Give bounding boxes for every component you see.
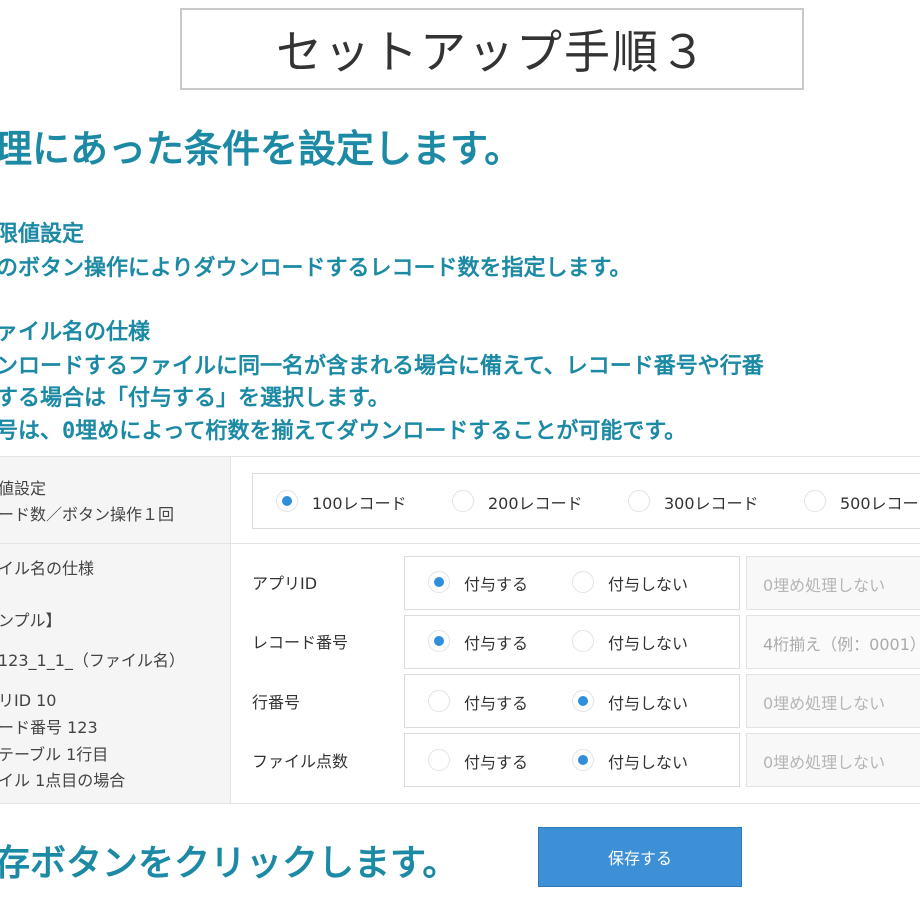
instruction-line: 限値設定 bbox=[0, 222, 85, 247]
save-button[interactable]: 保存する bbox=[538, 827, 742, 887]
page-title: セットアップ手順３ bbox=[276, 25, 708, 79]
instruction-line: する場合は「付与する」を選択します。 bbox=[0, 386, 390, 411]
divider bbox=[230, 543, 920, 544]
radio-line-number-none[interactable] bbox=[572, 690, 594, 712]
sample-item: イル 1点目の場合 bbox=[0, 771, 126, 790]
sample-heading: ンプル】 bbox=[0, 611, 62, 630]
limit-description: ード数／ボタン操作１回 bbox=[0, 505, 175, 524]
app-id-padding-select[interactable]: 0埋め処理しない bbox=[746, 556, 920, 610]
row-label-app-id: アプリID bbox=[252, 574, 318, 593]
option-label: 付与する bbox=[464, 753, 529, 772]
file-count-padding-select[interactable]: 0埋め処理しない bbox=[746, 733, 920, 787]
option-label: 500レコード bbox=[840, 494, 920, 513]
option-label: 付与する bbox=[464, 694, 529, 713]
option-label: 付与しない bbox=[608, 575, 689, 594]
row-label-line-number: 行番号 bbox=[252, 693, 301, 712]
radio-record-number-add[interactable] bbox=[428, 630, 450, 652]
settings-label-column: 値設定 ード数／ボタン操作１回 イル名の仕様 ンプル】 123_1_1_（ファイ… bbox=[0, 457, 231, 803]
radio-200-records[interactable] bbox=[452, 490, 474, 512]
option-label: 付与しない bbox=[608, 694, 689, 713]
sample-item: リID 10 bbox=[0, 691, 57, 710]
option-label: 300レコード bbox=[664, 494, 759, 513]
instruction-line: のボタン操作によりダウンロードするレコード数を指定します。 bbox=[0, 256, 632, 281]
title-box: セットアップ手順３ bbox=[180, 8, 804, 90]
select-value: 0埋め処理しない bbox=[763, 753, 886, 772]
record-number-padding-select[interactable]: 4桁揃え（例：0001） bbox=[746, 615, 920, 669]
row-label-record-number: レコード番号 bbox=[252, 633, 349, 652]
sample-item: ード番号 123 bbox=[0, 718, 98, 737]
radio-app-id-none[interactable] bbox=[572, 571, 594, 593]
radio-file-count-none[interactable] bbox=[572, 749, 594, 771]
select-value: 0埋め処理しない bbox=[763, 576, 886, 595]
instruction-line: ァイル名の仕様 bbox=[0, 320, 151, 345]
option-label: 付与する bbox=[464, 575, 529, 594]
radio-300-records[interactable] bbox=[628, 490, 650, 512]
option-label: 200レコード bbox=[488, 494, 583, 513]
radio-record-number-none[interactable] bbox=[572, 630, 594, 652]
instruction-line: 号は、0埋めによって桁数を揃えてダウンロードすることが可能です。 bbox=[0, 419, 687, 444]
option-label: 付与しない bbox=[608, 753, 689, 772]
radio-line-number-add[interactable] bbox=[428, 690, 450, 712]
sample-filename: 123_1_1_（ファイル名） bbox=[0, 651, 185, 670]
divider bbox=[0, 543, 230, 544]
line-number-padding-select[interactable]: 0埋め処理しない bbox=[746, 674, 920, 728]
select-value: 4桁揃え（例：0001） bbox=[763, 635, 920, 654]
limit-title: 値設定 bbox=[0, 479, 47, 498]
radio-file-count-add[interactable] bbox=[428, 749, 450, 771]
option-label: 付与しない bbox=[608, 634, 689, 653]
instruction-line: ンロードするファイルに同一名が含まれる場合に備えて、レコード番号や行番 bbox=[0, 354, 764, 379]
select-value: 0埋め処理しない bbox=[763, 694, 886, 713]
save-instruction: 存ボタンをクリックします。 bbox=[0, 843, 459, 884]
radio-app-id-add[interactable] bbox=[428, 571, 450, 593]
sample-item: テーブル 1行目 bbox=[0, 745, 109, 764]
radio-100-records[interactable] bbox=[276, 490, 298, 512]
subtitle: 理にあった条件を設定します。 bbox=[0, 127, 523, 171]
filename-title: イル名の仕様 bbox=[0, 559, 95, 578]
option-label: 100レコード bbox=[312, 494, 407, 513]
row-label-file-count: ファイル点数 bbox=[252, 752, 349, 771]
radio-500-records[interactable] bbox=[804, 490, 826, 512]
option-label: 付与する bbox=[464, 634, 529, 653]
